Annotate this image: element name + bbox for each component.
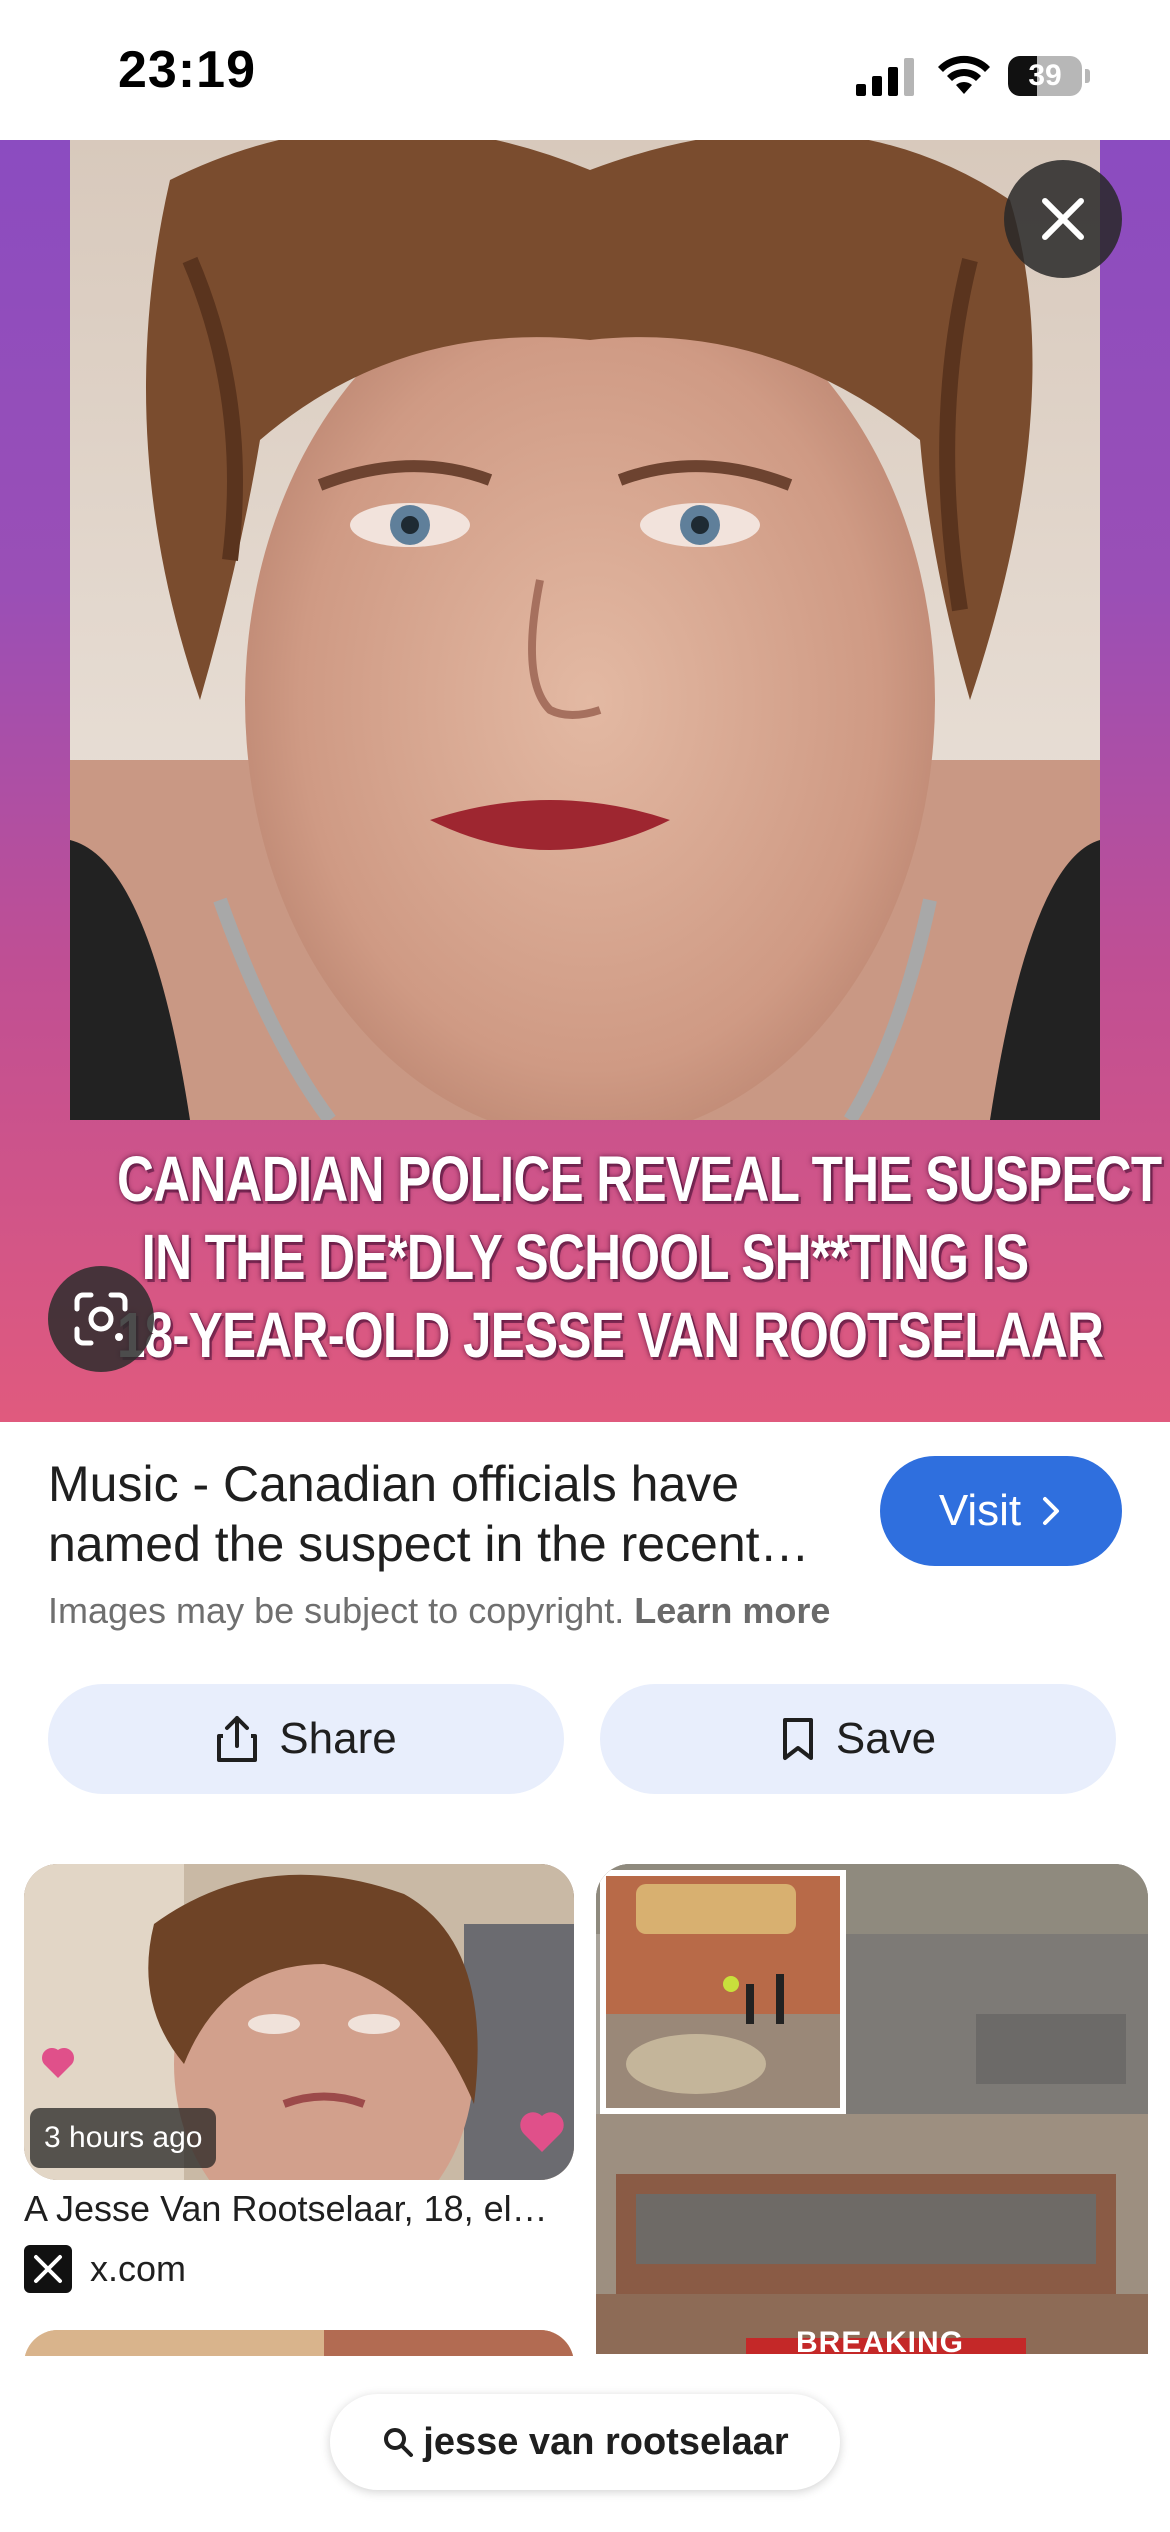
share-label: Share (279, 1714, 397, 1763)
close-button[interactable] (1004, 160, 1122, 278)
google-lens-icon (74, 1292, 128, 1346)
close-icon (1042, 198, 1084, 240)
related-image-card[interactable]: BREAKING (596, 1864, 1148, 2354)
breaking-overlay: BREAKING (796, 2326, 965, 2354)
time-badge: 3 hours ago (30, 2108, 217, 2168)
battery-level: 39 (1028, 59, 1062, 92)
portrait-photo (70, 140, 1100, 1120)
source-name: x.com (90, 2248, 187, 2289)
save-label: Save (835, 1714, 937, 1763)
caption-line-3: 18-YEAR-OLD JESSE VAN ROOTSELAAR (117, 1299, 1104, 1371)
search-query-pill[interactable]: jesse van rootselaar (330, 2394, 840, 2490)
battery-body: 39 (1008, 56, 1082, 96)
learn-more-link[interactable]: Learn more (634, 1590, 830, 1631)
status-time: 23:19 (118, 41, 256, 99)
battery-indicator: 39 (1008, 56, 1090, 96)
chevron-right-icon (1043, 1497, 1060, 1525)
status-bar: 23:19 39 (0, 0, 1170, 140)
visit-button[interactable]: Visit (880, 1456, 1122, 1566)
image-viewer-page: 23:19 39 CANADIAN POLICE REVEAL THE SUSP… (0, 0, 1170, 2532)
copyright-text: Images may be subject to copyright. (48, 1590, 625, 1631)
search-query: jesse van rootselaar (423, 2420, 789, 2463)
source-row[interactable]: x.com (24, 2244, 186, 2294)
battery-tip (1085, 69, 1090, 83)
x-logo-icon (24, 2245, 72, 2293)
cellular-signal-icon (856, 58, 914, 96)
save-button[interactable]: Save (600, 1684, 1116, 1794)
hero-caption: CANADIAN POLICE REVEAL THE SUSPECT IN TH… (0, 1140, 1170, 1422)
google-lens-button[interactable] (48, 1266, 154, 1372)
caption-line-1: CANADIAN POLICE REVEAL THE SUSPECT (117, 1143, 1162, 1215)
hero-image[interactable]: CANADIAN POLICE REVEAL THE SUSPECT IN TH… (0, 140, 1170, 1422)
related-image-caption[interactable]: A Jesse Van Rootselaar, 18, el… (24, 2188, 574, 2230)
visit-label: Visit (938, 1486, 1022, 1535)
copyright-notice: Images may be subject to copyright. Lear… (48, 1590, 830, 1632)
caption-line-2: IN THE DE*DLY SCHOOL SH**TING IS (141, 1221, 1030, 1293)
bookmark-icon (782, 1718, 813, 1760)
search-icon (384, 2428, 414, 2457)
related-image-thumbnail (596, 1864, 1148, 2354)
wifi-icon (938, 55, 990, 94)
share-button[interactable]: Share (48, 1684, 564, 1794)
result-title[interactable]: Music - Canadian officials have named th… (48, 1454, 848, 1574)
share-icon (217, 1716, 258, 1762)
